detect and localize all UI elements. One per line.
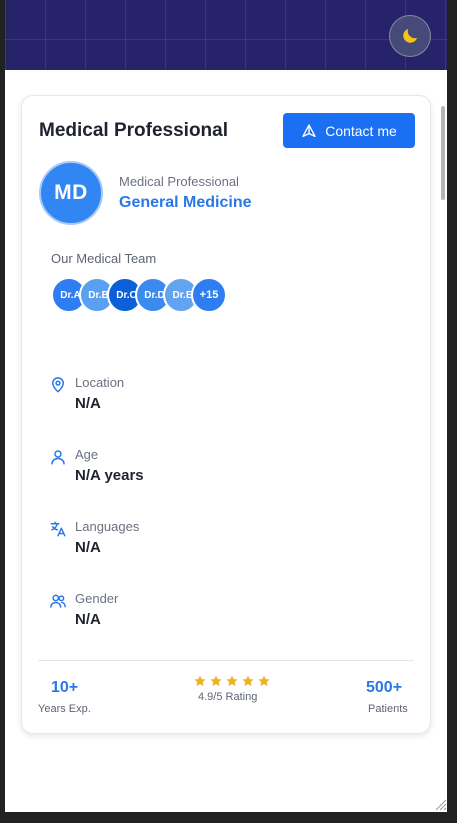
detail-value: N/A (75, 395, 101, 412)
contact-button-label: Contact me (325, 122, 397, 139)
rating-stars (193, 674, 271, 688)
detail-value: N/A (75, 611, 101, 628)
resize-grip-icon[interactable] (433, 797, 447, 811)
patients-value: 500+ (366, 679, 403, 696)
specialty-label: General Medicine (119, 194, 252, 211)
team-more-avatar[interactable]: +15 (191, 277, 227, 313)
rating-label: 4.9/5 Rating (198, 691, 258, 703)
team-label: Our Medical Team (51, 251, 157, 266)
detail-label: Age (75, 447, 99, 462)
moon-icon (403, 28, 418, 43)
send-icon (302, 123, 316, 137)
avatar-initials: MD (54, 181, 88, 204)
detail-value: N/A (75, 539, 101, 556)
scrollbar-thumb[interactable] (441, 106, 445, 200)
contact-button[interactable]: Contact me (283, 113, 415, 148)
stats-divider (38, 660, 414, 661)
translate-icon (50, 521, 66, 537)
map-pin-icon (52, 377, 64, 393)
users-icon (50, 594, 66, 608)
star-icon (242, 675, 254, 687)
user-icon (51, 450, 65, 465)
page-title: Medical Professional (39, 120, 229, 141)
experience-value: 10+ (51, 679, 79, 696)
star-icon (226, 675, 238, 687)
theme-toggle-button[interactable] (389, 15, 431, 57)
star-icon (210, 675, 222, 687)
role-subtitle: Medical Professional (119, 174, 239, 189)
star-icon (258, 675, 270, 687)
profile-card: Medical Professional Contact me MD Medic… (21, 95, 431, 734)
detail-value: N/A years (75, 467, 144, 484)
avatar: MD (39, 161, 103, 225)
hero-banner (5, 0, 447, 70)
patients-label: Patients (368, 703, 408, 715)
page-viewport: Medical Professional Contact me MD Medic… (5, 0, 447, 812)
detail-label: Languages (75, 519, 140, 534)
detail-label: Gender (75, 591, 119, 606)
star-icon (194, 675, 206, 687)
experience-label: Years Exp. (38, 703, 91, 715)
detail-label: Location (75, 375, 125, 390)
